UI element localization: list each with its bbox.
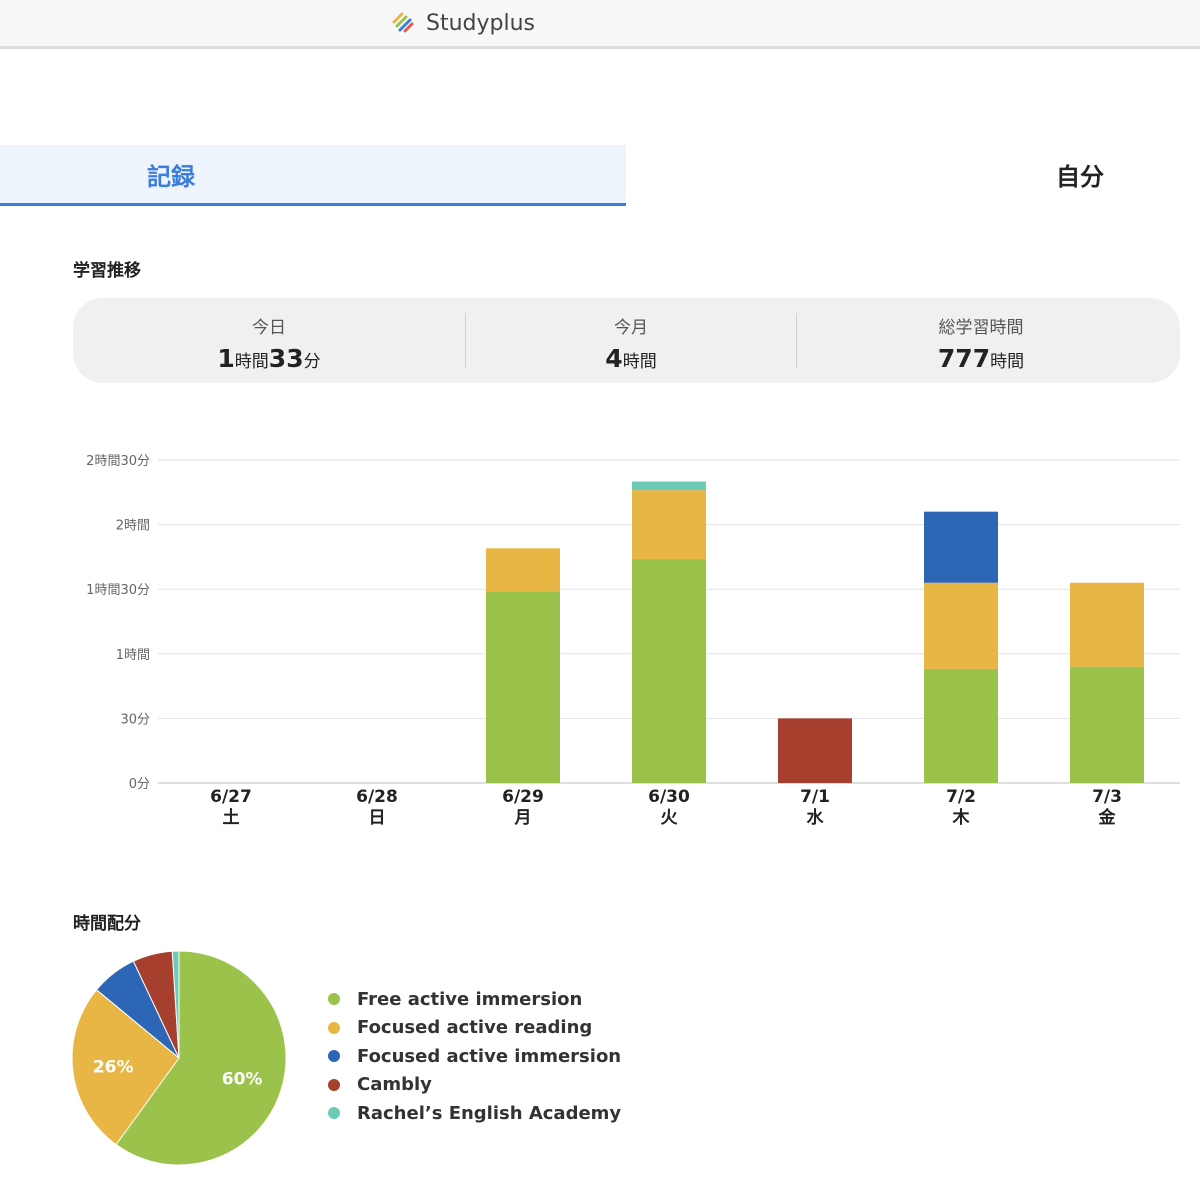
y-tick-label: 2時間 (116, 519, 150, 534)
legend-item: Focused active reading (328, 1014, 621, 1043)
study-trend-bar-chart: 0分 30分 1時間 1時間30分 2時間 2時間30分 6/27土 6/28日 6/29月 6/… (86, 454, 1180, 828)
summary-month-value: 4時間 (466, 344, 796, 373)
bar-segment (1070, 666, 1144, 783)
x-tick-weekday-label: 火 (661, 808, 679, 828)
bar-segment (778, 718, 852, 783)
summary-panel: 今日 1時間33分 今月 4時間 総学習時間 777時間 (73, 298, 1180, 383)
legend-label: Rachel’s English Academy (357, 1102, 622, 1124)
bar-segment (924, 668, 998, 783)
summary-total-value: 777時間 (797, 344, 1165, 373)
today-hours-number: 1 (217, 344, 235, 373)
total-hours-number: 777 (937, 344, 991, 373)
x-tick-weekday-label: 月 (514, 808, 532, 828)
summary-total-label: 総学習時間 (938, 318, 1024, 338)
total-hours-unit: 時間 (990, 352, 1025, 372)
legend-color-dot (328, 1078, 340, 1091)
brand-name: Studyplus (426, 10, 536, 36)
pie-data-label: 60% (222, 1070, 263, 1090)
top-bar: Studyplus (0, 0, 1200, 49)
pie-data-label: 26% (93, 1057, 134, 1077)
brand-logo[interactable]: Studyplus (392, 9, 535, 37)
y-tick-label: 1時間 (116, 648, 150, 663)
bar-segment (632, 481, 706, 491)
legend-item: Focused active immersion (328, 1042, 621, 1071)
month-hours-number: 4 (605, 344, 623, 373)
summary-month: 今月 4時間 (466, 298, 796, 383)
summary-today-label: 今日 (252, 318, 286, 338)
allocation-section-title: 時間配分 (73, 914, 141, 934)
summary-today: 今日 1時間33分 (73, 298, 465, 383)
y-tick-label: 30分 (120, 712, 150, 727)
month-hours-unit: 時間 (622, 352, 657, 372)
today-minutes-unit: 分 (303, 352, 321, 372)
x-tick-date-label: 7/1 (800, 787, 830, 807)
bar-segment (1070, 582, 1144, 667)
trend-section-title: 学習推移 (73, 261, 141, 281)
y-tick-label: 0分 (129, 777, 150, 792)
tab-records[interactable]: 記録 (0, 145, 626, 206)
legend-item: Cambly (328, 1071, 621, 1100)
x-tick-date-label: 6/30 (648, 787, 690, 807)
x-tick-date-label: 7/2 (946, 787, 976, 807)
x-tick-weekday-label: 水 (807, 807, 825, 828)
legend-label: Focused active immersion (357, 1045, 622, 1067)
studyplus-logo-icon (392, 12, 414, 33)
x-tick-date-label: 6/29 (502, 787, 544, 807)
legend-label: Focused active reading (357, 1017, 593, 1039)
bar-segment (924, 511, 998, 583)
bar-segment (924, 582, 998, 669)
tab-self[interactable]: 自分 (1000, 145, 1160, 203)
x-tick-weekday-label: 木 (952, 807, 971, 828)
y-tick-label: 1時間30分 (86, 583, 150, 598)
x-tick-date-label: 7/3 (1092, 787, 1122, 807)
summary-month-label: 今月 (614, 318, 648, 338)
summary-today-value: 1時間33分 (73, 344, 465, 373)
legend-label: Free active immersion (357, 988, 583, 1010)
tab-records-label: 記録 (147, 162, 195, 191)
legend-item: Free active immersion (328, 985, 621, 1014)
legend-color-dot (328, 1107, 340, 1120)
bar-segment (632, 559, 706, 783)
tab-self-label: 自分 (1056, 162, 1104, 191)
legend-color-dot (328, 1021, 340, 1034)
bar-segment (486, 548, 560, 592)
summary-total: 総学習時間 777時間 (797, 298, 1165, 383)
legend-color-dot (328, 1050, 340, 1063)
x-tick-weekday-label: 金 (1098, 807, 1117, 828)
x-tick-date-label: 6/27 (210, 787, 252, 807)
pie-legend: Free active immersion Focused active read… (328, 985, 621, 1128)
legend-color-dot (328, 993, 340, 1006)
x-tick-weekday-label: 日 (369, 808, 386, 828)
time-allocation-pie-chart: 60% 26% (71, 950, 287, 1166)
bar-segment (632, 490, 706, 560)
x-tick-weekday-label: 土 (223, 807, 240, 828)
x-tick-date-label: 6/28 (356, 787, 398, 807)
today-hours-unit: 時間 (234, 352, 269, 372)
legend-item: Rachel’s English Academy (328, 1099, 621, 1128)
bar-segment (486, 591, 560, 783)
y-tick-label: 2時間30分 (86, 454, 150, 469)
legend-label: Cambly (357, 1074, 432, 1096)
today-minutes-number: 33 (268, 344, 304, 373)
